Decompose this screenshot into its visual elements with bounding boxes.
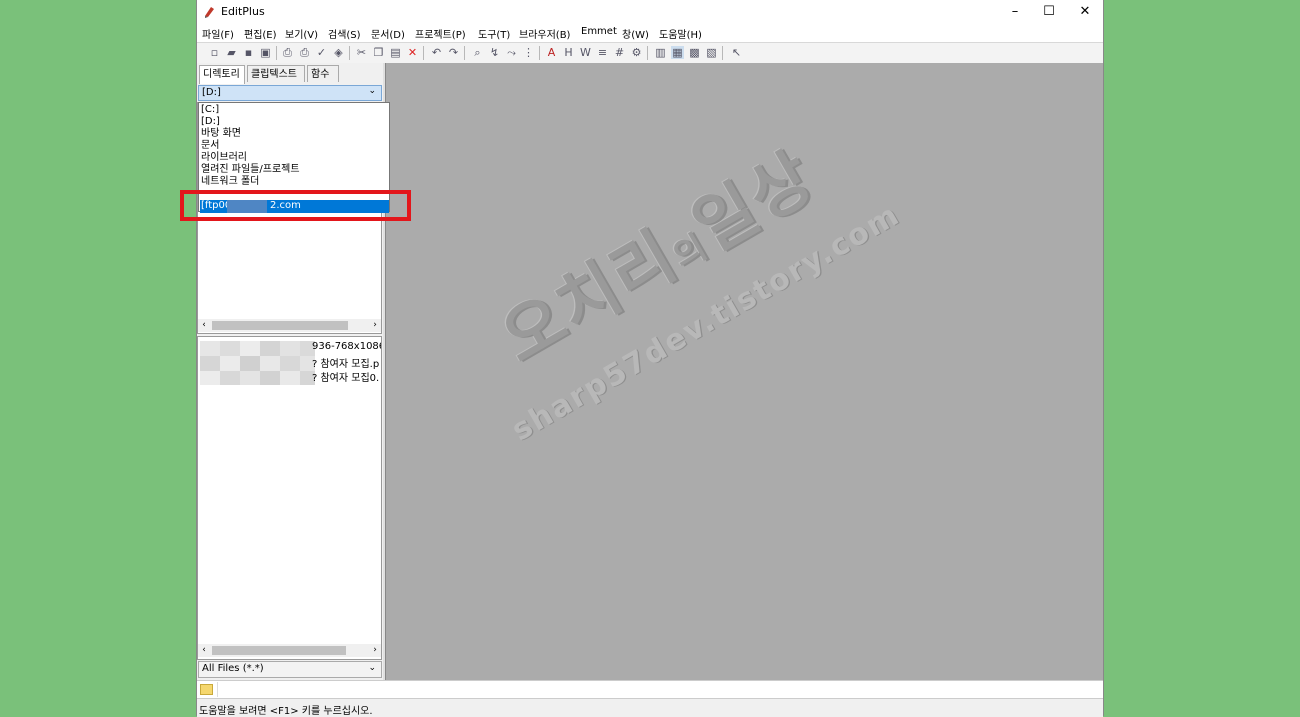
dropdown-item-open-files-projects[interactable]: 열려진 파일들/프로젝트	[201, 164, 300, 176]
window-title: EditPlus	[221, 5, 265, 18]
file-list-horizontal-scrollbar[interactable]: ‹ ›	[198, 644, 381, 657]
scroll-left-icon[interactable]: ‹	[198, 644, 210, 657]
word-wrap-icon[interactable]: W	[579, 46, 592, 59]
settings-gear-icon[interactable]: ⚙	[630, 46, 643, 59]
menu-help[interactable]: 도움말(H)	[659, 26, 702, 41]
chevron-down-icon: ⌄	[368, 663, 376, 673]
drive-select[interactable]: [D:] ⌄	[198, 85, 382, 101]
find-in-files-icon[interactable]: ⋮	[522, 46, 535, 59]
dropdown-item-network-folder[interactable]: 네트워크 폴더	[201, 176, 259, 188]
status-text: 도움말을 보려면 <F1> 키를 누르십시오.	[199, 706, 373, 717]
font-icon[interactable]: A	[545, 46, 558, 59]
status-bar: 도움말을 보려면 <F1> 키를 누르십시오.	[197, 698, 1103, 717]
file-filter-value: All Files (*.*)	[202, 663, 264, 674]
highlight-box	[180, 190, 411, 221]
dropdown-item-library[interactable]: 라이브러리	[201, 152, 247, 164]
tab-cliptext[interactable]: 클립텍스트	[247, 65, 305, 82]
toolbar-separator	[423, 46, 424, 60]
title-bar: EditPlus – ☐ ✕	[197, 0, 1103, 24]
delete-icon[interactable]: ✕	[406, 46, 419, 59]
scrollbar-thumb[interactable]	[212, 646, 346, 655]
cliptext-window-icon[interactable]: ▦	[671, 46, 684, 59]
dropdown-item-d-drive[interactable]: [D:]	[201, 116, 220, 128]
command-input[interactable]	[217, 682, 1102, 697]
file-item[interactable]: ? 참여자 모집0.	[312, 369, 379, 384]
menu-edit[interactable]: 편집(E)	[244, 26, 277, 41]
replace-icon[interactable]: ↯	[488, 46, 501, 59]
open-file-icon[interactable]: ▰	[225, 46, 238, 59]
toolbar-separator	[349, 46, 350, 60]
chevron-down-icon: ⌄	[368, 86, 376, 96]
copy-icon[interactable]: ❐	[372, 46, 385, 59]
print-icon[interactable]: ⎙	[298, 46, 311, 59]
tab-functions[interactable]: 함수	[307, 65, 339, 82]
new-file-icon[interactable]: ▫	[208, 46, 221, 59]
maximize-button[interactable]: ☐	[1031, 0, 1067, 24]
toolbar-separator	[539, 46, 540, 60]
editor-area[interactable]: 오치리의일상 sharp57dev.tistory.com	[385, 63, 1103, 680]
spell-check-icon[interactable]: ✓	[315, 46, 328, 59]
goto-icon[interactable]: ⤳	[505, 46, 518, 59]
paste-icon[interactable]: ▤	[389, 46, 402, 59]
directory-horizontal-scrollbar[interactable]: ‹ ›	[198, 319, 381, 332]
side-panel: 디렉토리 클립텍스트 함수 [D:] ⌄ [C:] [D:] 바탕 화면 문서 …	[197, 63, 390, 680]
ruler-icon[interactable]: ≡	[596, 46, 609, 59]
line-number-icon[interactable]: #	[613, 46, 626, 59]
toolbar-separator	[464, 46, 465, 60]
menu-tools[interactable]: 도구(T)	[478, 26, 510, 41]
file-filter-select[interactable]: All Files (*.*) ⌄	[198, 661, 382, 678]
scrollbar-thumb[interactable]	[212, 321, 348, 330]
undo-icon[interactable]: ↶	[430, 46, 443, 59]
print-preview-icon[interactable]: ⎙	[281, 46, 294, 59]
menu-search[interactable]: 검색(S)	[328, 26, 361, 41]
scroll-right-icon[interactable]: ›	[369, 319, 381, 332]
editplus-window: EditPlus – ☐ ✕ 파일(F) 편집(E) 보기(V) 검색(S) 문…	[196, 0, 1104, 717]
menu-emmet[interactable]: Emmet	[581, 26, 617, 37]
menu-file[interactable]: 파일(F)	[202, 26, 234, 41]
menu-view[interactable]: 보기(V)	[285, 26, 318, 41]
toolbar-separator	[722, 46, 723, 60]
minimize-button[interactable]: –	[997, 0, 1033, 24]
dropdown-item-c-drive[interactable]: [C:]	[201, 104, 219, 116]
browser-preview-icon[interactable]: ◈	[332, 46, 345, 59]
menu-window[interactable]: 창(W)	[622, 26, 649, 41]
file-item[interactable]: 936-768x1086.j	[312, 341, 381, 352]
toolbar-separator	[647, 46, 648, 60]
command-bar	[197, 680, 1103, 699]
tab-directory[interactable]: 디렉토리	[199, 65, 245, 84]
file-item[interactable]: ? 참여자 모집.p	[312, 355, 379, 370]
menu-document[interactable]: 문서(D)	[371, 26, 405, 41]
drive-select-value: [D:]	[202, 87, 221, 98]
editplus-icon	[205, 7, 214, 18]
redo-icon[interactable]: ↷	[447, 46, 460, 59]
scroll-right-icon[interactable]: ›	[369, 644, 381, 657]
file-list[interactable]: 936-768x1086.j ? 참여자 모집.p ? 참여자 모집0.	[197, 336, 382, 660]
close-button[interactable]: ✕	[1067, 0, 1103, 24]
menu-project[interactable]: 프로젝트(P)	[415, 26, 466, 41]
cut-icon[interactable]: ✂	[355, 46, 368, 59]
dropdown-item-desktop[interactable]: 바탕 화면	[201, 128, 241, 140]
menu-browser[interactable]: 브라우저(B)	[519, 26, 570, 41]
toolbar-separator	[276, 46, 277, 60]
find-icon[interactable]: ⌕	[471, 46, 484, 59]
output-window-icon[interactable]: ▩	[688, 46, 701, 59]
save-icon[interactable]: ▪	[242, 46, 255, 59]
save-all-icon[interactable]: ▣	[259, 46, 272, 59]
directory-window-icon[interactable]: ▥	[654, 46, 667, 59]
menu-bar: 파일(F) 편집(E) 보기(V) 검색(S) 문서(D) 프로젝트(P) 도구…	[197, 24, 1103, 42]
scroll-left-icon[interactable]: ‹	[198, 319, 210, 332]
folder-icon[interactable]	[200, 684, 213, 695]
hex-icon[interactable]: H	[562, 46, 575, 59]
blurred-region	[200, 341, 315, 385]
help-pointer-icon[interactable]: ↖	[730, 46, 743, 59]
toolbar: ▫ ▰ ▪ ▣ ⎙ ⎙ ✓ ◈ ✂ ❐ ▤ ✕ ↶ ↷ ⌕ ↯ ⤳ ⋮ A H …	[197, 42, 1103, 64]
dropdown-item-documents[interactable]: 문서	[201, 140, 219, 152]
browser-window-icon[interactable]: ▧	[705, 46, 718, 59]
